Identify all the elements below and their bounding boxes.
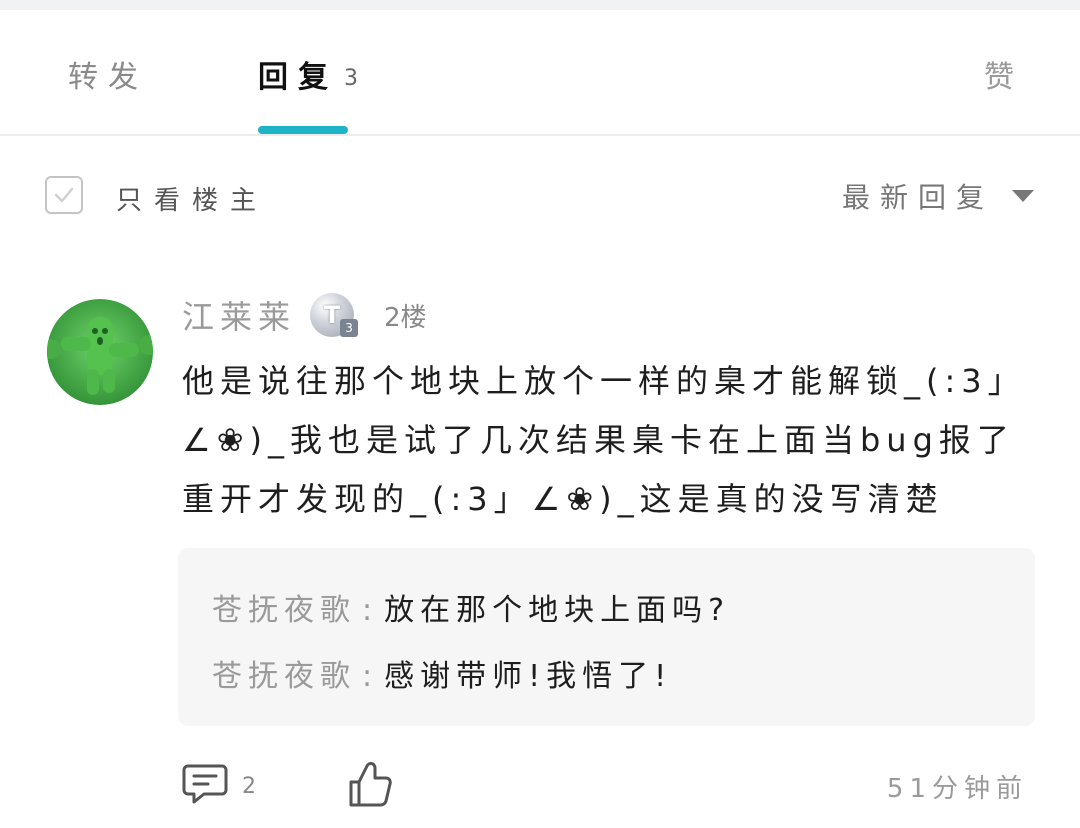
tab-forward[interactable]: 转发: [68, 52, 148, 96]
level-badge-icon: T 3: [310, 293, 359, 337]
post-content: 他是说往那个地块上放个一样的臬才能解锁_(:3」∠❀)_我也是试了几次结果臬卡在…: [182, 362, 1026, 518]
tab-reply[interactable]: 回复 3: [258, 52, 358, 96]
sub-reply-colon: :: [362, 659, 379, 694]
caret-down-icon: [1012, 190, 1034, 202]
avatar[interactable]: [47, 299, 153, 405]
tab-reply-count: 3: [344, 66, 358, 91]
sub-reply-text: 感谢带师!我悟了!: [384, 659, 673, 694]
comment-icon[interactable]: [182, 762, 228, 806]
sub-reply-colon: :: [362, 593, 379, 628]
status-strip: [0, 0, 1080, 10]
sub-reply-text: 放在那个地块上面吗?: [384, 593, 731, 628]
checkbox-icon: [54, 187, 74, 203]
active-tab-indicator: [258, 126, 348, 134]
tab-forward-label: 转发: [68, 60, 148, 95]
sub-reply-item[interactable]: 苍抚夜歌: 放在那个地块上面吗?: [212, 578, 1001, 644]
comment-count: 2: [242, 774, 256, 799]
tab-bar: 转发 回复 3 赞: [0, 10, 1080, 136]
sub-reply-author[interactable]: 苍抚夜歌: [212, 593, 356, 628]
tab-reply-label: 回复: [258, 60, 338, 95]
post-header: 江莱莱 T 3 2楼: [182, 290, 427, 340]
post-time: 51分钟前: [886, 774, 1028, 804]
thumbs-up-icon[interactable]: [348, 760, 392, 808]
filter-bar: 只看楼主 最新回复: [0, 136, 1080, 256]
level-badge-number: 3: [340, 319, 359, 337]
tab-like-label: 赞: [984, 60, 1014, 95]
sort-label: 最新回复: [841, 181, 994, 214]
only-op-label[interactable]: 只看楼主: [116, 180, 268, 217]
level-badge-letter: T: [323, 301, 341, 329]
floor-number: 2楼: [384, 302, 427, 333]
sort-dropdown[interactable]: 最新回复: [842, 176, 1034, 216]
sub-replies-box[interactable]: 苍抚夜歌: 放在那个地块上面吗? 苍抚夜歌: 感谢带师!我悟了!: [178, 548, 1035, 726]
only-op-checkbox[interactable]: [45, 176, 83, 214]
post-actions: 2 51分钟前: [0, 756, 1080, 816]
sub-reply-item[interactable]: 苍抚夜歌: 感谢带师!我悟了!: [212, 644, 1001, 710]
username[interactable]: 江莱莱: [182, 292, 296, 338]
tab-like[interactable]: 赞: [984, 52, 1014, 96]
cactuar-avatar-image: [47, 299, 153, 405]
sub-reply-author[interactable]: 苍抚夜歌: [212, 659, 356, 694]
